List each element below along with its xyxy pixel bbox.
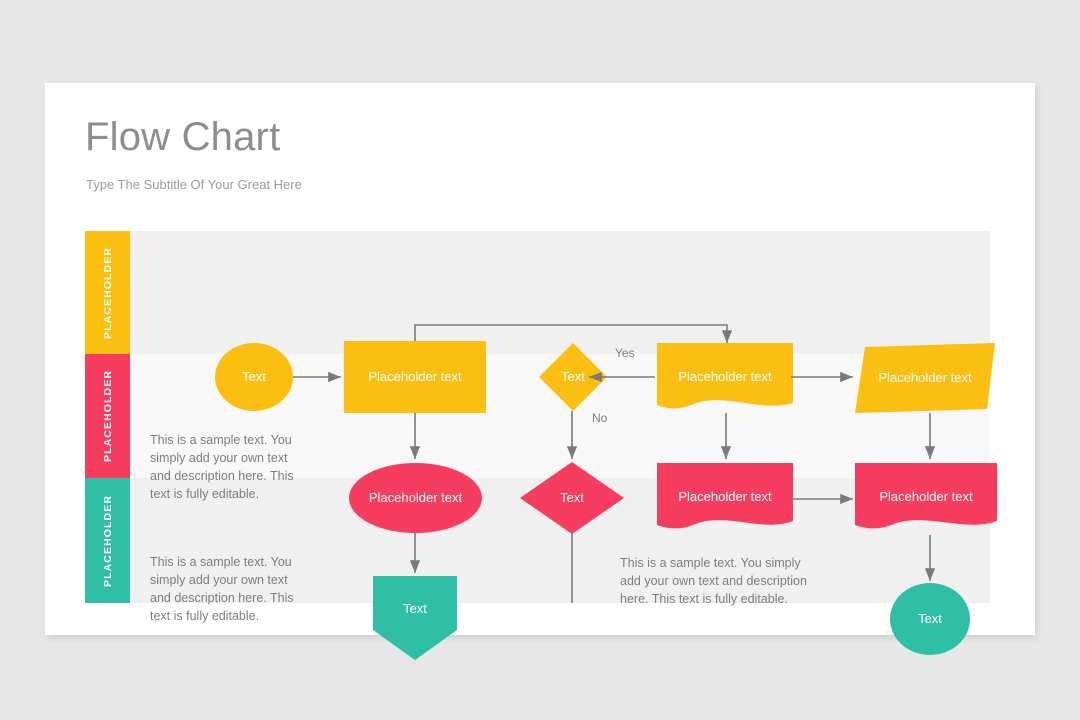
swimlane-2-label-text: PLACEHOLDER bbox=[101, 369, 114, 463]
row1-document-shape[interactable]: Placeholder text bbox=[657, 343, 793, 415]
row3-description-right: This is a sample text. You simply add yo… bbox=[620, 556, 807, 607]
swimlane-1-background bbox=[130, 231, 990, 354]
page-title: Flow Chart bbox=[85, 115, 281, 159]
slide-canvas: Flow Chart Type The Subtitle Of Your Gre… bbox=[45, 83, 1035, 660]
row2-ellipse[interactable]: Placeholder text bbox=[349, 463, 482, 533]
row3-pentagon-shape-label: Text bbox=[403, 600, 427, 616]
swimlane-row-1: PLACEHOLDER bbox=[85, 231, 990, 354]
row1-parallelogram-label: Placeholder text bbox=[878, 369, 972, 385]
row2-decision-diamond[interactable]: Text bbox=[520, 462, 624, 534]
swimlane-1-label: PLACEHOLDER bbox=[85, 231, 130, 354]
row2-ellipse-label: Placeholder text bbox=[368, 489, 463, 505]
flow-chart: PLACEHOLDER PLACEHOLDER PLACEHOLDER Text… bbox=[85, 231, 997, 660]
row2-decision-diamond-label: Text bbox=[560, 489, 584, 505]
row2-document-shape-1[interactable]: Placeholder text bbox=[657, 463, 793, 535]
row1-no-label: No bbox=[592, 411, 608, 425]
swimlane-2-label: PLACEHOLDER bbox=[85, 354, 130, 478]
swimlane-3-label-text: PLACEHOLDER bbox=[101, 494, 114, 587]
row1-document-shape-label: Placeholder text bbox=[678, 368, 772, 384]
row2-description: This is a sample text. You simply add yo… bbox=[150, 433, 294, 502]
page-subtitle: Type The Subtitle Of Your Great Here bbox=[86, 177, 302, 192]
row1-process-rect-label: Placeholder text bbox=[368, 368, 462, 384]
swimlane-3-label: PLACEHOLDER bbox=[85, 478, 130, 603]
row1-start-circle[interactable]: Text bbox=[215, 343, 293, 411]
row1-parallelogram[interactable]: Placeholder text bbox=[855, 343, 995, 413]
row3-end-circle[interactable]: Text bbox=[890, 583, 970, 655]
row1-decision-diamond-label: Text bbox=[561, 368, 585, 384]
swimlane-1-label-text: PLACEHOLDER bbox=[101, 246, 114, 339]
row1-yes-label: Yes bbox=[615, 346, 635, 360]
row1-decision-diamond[interactable]: Text bbox=[539, 343, 607, 411]
row3-end-circle-label: Text bbox=[918, 610, 942, 626]
row2-document-shape-2[interactable]: Placeholder text bbox=[855, 463, 997, 535]
row1-start-circle-label: Text bbox=[242, 368, 266, 384]
row2-document-shape-2-label: Placeholder text bbox=[879, 488, 973, 504]
row1-process-rect[interactable]: Placeholder text bbox=[344, 341, 486, 413]
row3-description-left: This is a sample text. You simply add yo… bbox=[150, 555, 294, 624]
row3-pentagon-shape[interactable]: Text bbox=[373, 576, 457, 660]
row2-document-shape-1-label: Placeholder text bbox=[678, 488, 772, 504]
